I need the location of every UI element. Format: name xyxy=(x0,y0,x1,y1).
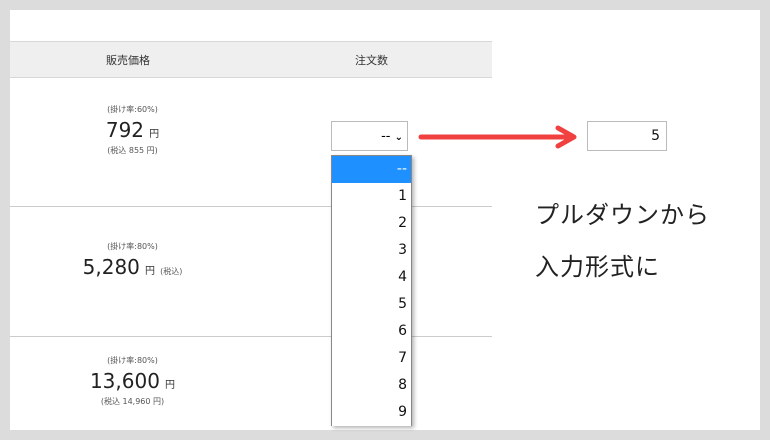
note-line-2: 入力形式に xyxy=(535,253,660,281)
content-area: 販売価格 注文数 (掛け率:60%) 792 円 (税込 855 円) (掛け率… xyxy=(10,10,760,430)
yen: 円 xyxy=(145,266,155,277)
dropdown-option[interactable]: 6 xyxy=(332,318,411,345)
table-row: (掛け率:80%) 5,280 円 (税込) xyxy=(10,207,492,337)
dropdown-option[interactable]: 4 xyxy=(332,264,411,291)
tax-label: (税込 14,960 円) xyxy=(100,397,165,406)
dropdown-option[interactable]: 1 xyxy=(332,183,411,210)
rate-label: (掛け率:60%) xyxy=(107,105,158,114)
note-line-1: プルダウンから xyxy=(535,201,710,229)
dropdown-option[interactable]: 3 xyxy=(332,237,411,264)
tax-label: (税込 855 円) xyxy=(107,146,158,155)
screenshot-frame: 販売価格 注文数 (掛け率:60%) 792 円 (税込 855 円) (掛け率… xyxy=(0,0,770,440)
dropdown-list[interactable]: -- 1 2 3 4 5 6 7 8 9 xyxy=(331,155,412,426)
rate-label: (掛け率:80%) xyxy=(107,356,158,365)
dropdown-option[interactable]: -- xyxy=(332,156,411,183)
arrow-icon xyxy=(418,125,577,149)
rate-label: (掛け率:80%) xyxy=(107,242,158,251)
dropdown-option[interactable]: 7 xyxy=(332,345,411,372)
quantity-select[interactable]: -- ⌄ xyxy=(331,121,408,151)
price: 792 xyxy=(105,118,145,142)
header-quantity: 注文数 xyxy=(355,54,388,67)
dropdown-option[interactable]: 9 xyxy=(332,399,411,426)
quantity-input[interactable]: 5 xyxy=(587,121,667,151)
table-row: (掛け率:80%) 13,600 円 (税込 14,960 円) xyxy=(10,337,492,429)
table-header: 販売価格 注文数 xyxy=(10,41,492,78)
price: 5,280 xyxy=(82,255,140,279)
price: 13,600 xyxy=(89,369,160,393)
chevron-down-icon: ⌄ xyxy=(394,132,403,143)
tax-label: (税込) xyxy=(160,267,183,276)
header-price: 販売価格 xyxy=(106,54,150,67)
yen: 円 xyxy=(165,380,176,391)
dropdown-option[interactable]: 8 xyxy=(332,372,411,399)
dropdown-option[interactable]: 5 xyxy=(332,291,411,318)
select-value: -- xyxy=(381,129,391,144)
yen: 円 xyxy=(149,129,160,140)
dropdown-option[interactable]: 2 xyxy=(332,210,411,237)
